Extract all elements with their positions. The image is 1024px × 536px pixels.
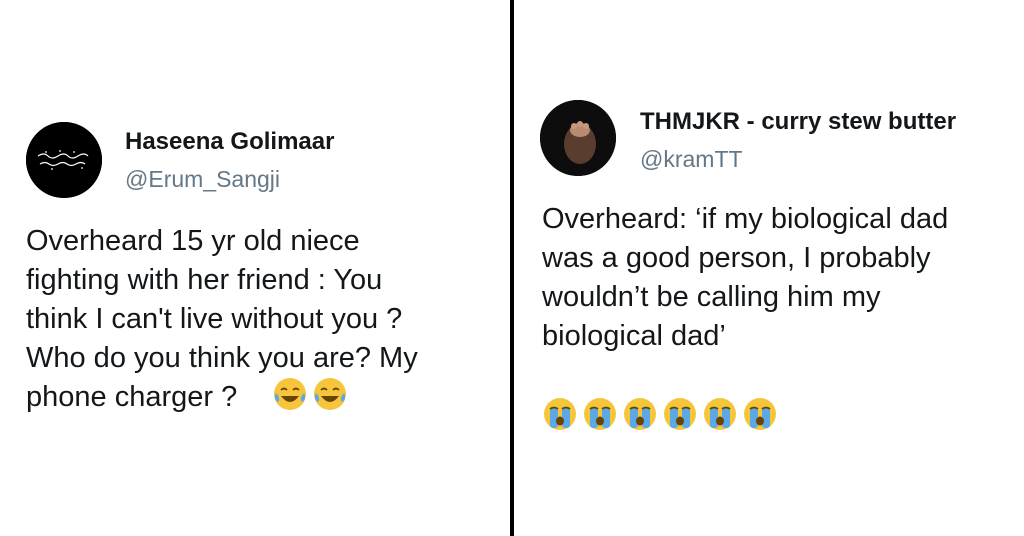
loudly-crying-face-icon xyxy=(744,398,776,430)
avatar-hand-photo xyxy=(540,100,616,176)
display-name[interactable]: THMJKR - curry stew butter xyxy=(640,108,1024,136)
tweet-card-left: Haseena Golimaar @Erum_Sangji Overheard … xyxy=(0,0,510,536)
loudly-crying-face-icon xyxy=(624,398,656,430)
tweet-text: Overheard: ‘if my biological dad was a g… xyxy=(542,203,949,352)
loudly-crying-face-icon xyxy=(584,398,616,430)
avatar-calligraphy-image xyxy=(26,122,102,198)
emoji-row xyxy=(272,376,348,412)
tweet-card-right: THMJKR - curry stew butter @kramTT Overh… xyxy=(514,0,1024,536)
loudly-crying-face-icon xyxy=(664,398,696,430)
user-handle[interactable]: @Erum_Sangji xyxy=(125,166,280,193)
face-with-tears-of-joy-icon xyxy=(274,378,306,410)
loudly-crying-face-icon xyxy=(704,398,736,430)
avatar[interactable] xyxy=(540,100,616,176)
display-name[interactable]: Haseena Golimaar xyxy=(125,128,334,156)
loudly-crying-face-icon xyxy=(544,398,576,430)
face-with-tears-of-joy-icon xyxy=(314,378,346,410)
emoji-row xyxy=(542,396,778,432)
tweet-text: Overheard 15 yr old niece fighting with … xyxy=(26,225,418,413)
avatar[interactable] xyxy=(26,122,102,198)
user-handle[interactable]: @kramTT xyxy=(640,146,743,173)
